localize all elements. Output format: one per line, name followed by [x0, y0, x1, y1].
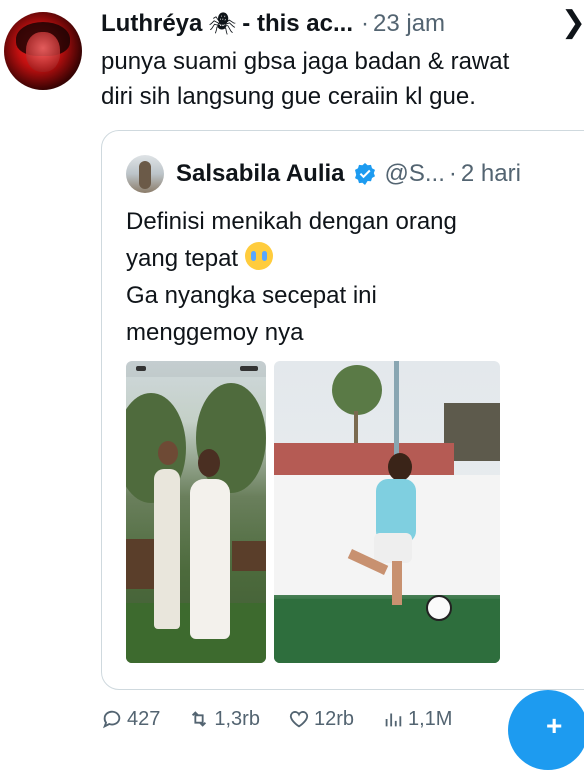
tweet-time[interactable]: 23 jam — [373, 10, 445, 38]
tweet-actions: 427 1,3rb 12rb 1,1M — [101, 702, 521, 736]
author-avatar[interactable] — [4, 12, 82, 90]
photo-man-head — [158, 441, 178, 465]
views-button[interactable]: 1,1M — [382, 708, 452, 731]
like-count: 12rb — [313, 707, 354, 730]
like-button[interactable]: 12rb — [288, 708, 354, 731]
photo-field — [274, 599, 500, 663]
reply-button[interactable]: 427 — [101, 708, 160, 731]
photo-player-head — [388, 453, 412, 481]
status-battery-icon — [240, 366, 258, 371]
tweet-header: Luthréya 🕷 - this ac... · 23 jam — [101, 6, 584, 42]
quoted-text-line-with-emoji: yang tepat — [126, 240, 457, 277]
quoted-text-line: menggemoy nya — [126, 319, 304, 346]
photo-football — [426, 595, 452, 621]
author-name-suffix[interactable]: - this ac... — [242, 10, 353, 38]
photo-palm-tree — [332, 365, 382, 415]
quoted-author-avatar[interactable] — [126, 155, 164, 193]
crying-face-emoji-icon — [244, 242, 273, 270]
phone-status-bar — [126, 361, 266, 377]
tweet-text-line: punya suami gbsa jaga badan & rawat — [101, 48, 510, 75]
tweet-text: punya suami gbsa jaga badan & rawat diri… — [101, 44, 584, 114]
quoted-photo-couple[interactable] — [126, 361, 266, 663]
quoted-text: Definisi menikah dengan orang yang tepat … — [126, 203, 457, 351]
heart-icon — [289, 711, 309, 728]
compose-plus-icon: + — [546, 710, 563, 741]
quoted-text-line: Definisi menikah dengan orang — [126, 208, 457, 235]
quoted-handle[interactable]: @S... — [385, 160, 445, 188]
photo-woman-head — [198, 449, 220, 477]
separator-dot: · — [361, 10, 369, 37]
views-icon — [385, 713, 402, 727]
tweet-text-line: diri sih langsung gue ceraiin kl gue. — [101, 83, 476, 110]
retweet-icon — [192, 711, 207, 727]
separator-dot: · — [448, 160, 457, 187]
photo-roof — [274, 443, 454, 475]
quoted-header: Salsabila Aulia @S... · 2 hari — [176, 157, 521, 191]
quoted-text-line: Ga nyangka secepat ini — [126, 282, 377, 309]
author-name[interactable]: Luthréya — [101, 10, 202, 38]
avatar-face — [26, 32, 60, 72]
reply-count: 427 — [127, 707, 161, 730]
avatar-figure — [139, 161, 151, 189]
quoted-author-name[interactable]: Salsabila Aulia — [176, 160, 345, 188]
photo-player-shorts — [374, 533, 412, 563]
status-indicator-icon — [136, 366, 146, 371]
retweet-count: 1,3rb — [214, 707, 260, 730]
reply-icon — [102, 710, 121, 729]
compose-button[interactable]: + — [508, 690, 584, 770]
photo-woman — [190, 479, 230, 639]
quoted-text-segment: yang tepat — [126, 245, 239, 272]
quoted-time[interactable]: 2 hari — [461, 160, 521, 188]
verified-badge-icon — [354, 163, 375, 185]
quoted-tweet[interactable]: Salsabila Aulia @S... · 2 hari Definisi … — [101, 130, 584, 690]
photo-man — [154, 469, 180, 629]
views-count: 1,1M — [408, 707, 453, 730]
spider-emoji-icon: 🕷 — [208, 11, 237, 36]
photo-player-leg — [392, 561, 402, 605]
quoted-photo-football[interactable] — [274, 361, 500, 663]
more-chevron-icon[interactable]: ❯ — [561, 8, 584, 38]
retweet-button[interactable]: 1,3rb — [188, 708, 260, 731]
photo-table — [126, 539, 156, 589]
photo-bench — [232, 541, 266, 571]
